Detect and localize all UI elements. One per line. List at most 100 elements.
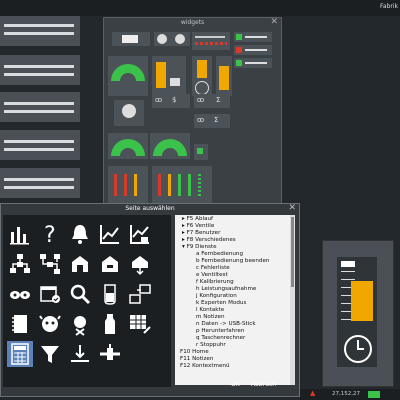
level-tile-1 <box>152 56 186 96</box>
icon-grid: ? <box>3 215 171 387</box>
arrow-down-icon[interactable] <box>127 251 153 277</box>
notebook-icon[interactable] <box>7 311 33 337</box>
cow-face-icon[interactable] <box>37 311 63 337</box>
red-bar-tile <box>234 45 272 55</box>
funnel-icon[interactable] <box>37 341 63 367</box>
page-select-dialog: Seite auswählen ✕ ? ▸ F5 Ablauf ▸ F6 Ven… <box>0 203 300 397</box>
gauge-icon-2 <box>111 139 145 159</box>
cow-delete-icon[interactable] <box>67 311 93 337</box>
tree-item[interactable]: F12 Kontextmenü <box>180 363 230 370</box>
bell-icon[interactable] <box>67 221 93 247</box>
gauge-tile-2 <box>108 133 148 159</box>
status-indicator <box>368 391 380 398</box>
gauge-icon <box>111 64 145 98</box>
widgets-window: widgets ✕ ꝏ $ ꝏ Σ ꝏ Σ <box>103 17 282 209</box>
drop-arrow-icon[interactable] <box>67 341 93 367</box>
widgets-title: widgets <box>180 19 205 26</box>
minus-icon <box>175 34 185 44</box>
scrollbar-thumb[interactable] <box>291 217 294 287</box>
green-bar-tile-2 <box>234 58 272 68</box>
gauge-tile-1 <box>108 56 148 98</box>
help-icon[interactable]: ? <box>37 221 63 247</box>
id-card-tile[interactable] <box>112 32 150 46</box>
left-panel-2[interactable] <box>0 55 80 85</box>
tree-item[interactable]: j Konfiguration <box>196 293 237 300</box>
computer-export-icon[interactable] <box>127 281 153 307</box>
machine-sub-icon[interactable] <box>97 251 123 277</box>
window-title: Fabrik <box>380 3 398 10</box>
close-icon[interactable]: ✕ <box>288 203 296 213</box>
level-fill <box>351 281 373 321</box>
tree-item[interactable]: a Fernbedienung <box>196 251 243 258</box>
tree-item[interactable]: k Experten Modus <box>196 300 246 307</box>
page-tree[interactable]: ▸ F5 Ablauf ▸ F6 Ventile ▸ F7 Benutzer ▸… <box>175 215 295 385</box>
tree-item[interactable]: q Taschenrechner <box>196 335 245 342</box>
trend-icon[interactable] <box>97 221 123 247</box>
scrollbar[interactable] <box>290 215 295 385</box>
warning-icon[interactable]: ▲ <box>310 389 315 397</box>
machine-icon[interactable] <box>67 251 93 277</box>
id-card-icon <box>122 35 138 43</box>
tree-item[interactable]: m Notizen <box>196 314 225 321</box>
tree-item[interactable]: ▸ F5 Ablauf <box>182 216 213 223</box>
cow-sigma-plus-tile[interactable]: ꝏ Σ <box>194 114 230 128</box>
toggle-tile[interactable] <box>154 32 190 46</box>
cows-icon: ꝏ <box>155 96 163 104</box>
tree-item[interactable]: F10 Home <box>180 349 209 356</box>
tree-item[interactable]: c Fehlerliste <box>196 265 230 272</box>
close-icon[interactable]: ✕ <box>270 17 278 27</box>
trend-edit-icon[interactable] <box>127 221 153 247</box>
bars-tile-1 <box>108 166 148 206</box>
top-bar: Fabrik <box>0 0 400 16</box>
cow-sum-tile[interactable]: ꝏ $ <box>152 94 190 108</box>
tree-item[interactable]: ▸ F7 Benutzer <box>182 230 220 237</box>
cow-tile[interactable] <box>114 100 144 126</box>
cow-icon[interactable] <box>7 281 33 307</box>
cow-sigma-tile[interactable]: ꝏ Σ <box>194 94 230 108</box>
info-icon <box>157 34 167 44</box>
tree-item[interactable]: f Kalibrierung <box>196 279 234 286</box>
pipe-connect-icon[interactable] <box>97 341 123 367</box>
tree-item[interactable]: ▸ F8 Verschiedenes <box>182 237 236 244</box>
tree-item[interactable]: ▾ F9 Dienste <box>182 244 217 251</box>
svg-text:?: ? <box>44 223 56 246</box>
level-tile-3 <box>216 56 232 96</box>
sigma-label-2: Σ <box>214 116 219 124</box>
left-panel-1[interactable] <box>0 16 80 46</box>
tree-item[interactable]: ▸ F6 Ventile <box>182 223 214 230</box>
cancel-button[interactable]: Abbruch <box>251 381 276 388</box>
ok-button[interactable]: OK <box>231 381 240 388</box>
currency-label: $ <box>172 96 177 104</box>
cows-icon-3: ꝏ <box>197 116 205 124</box>
network-icon[interactable] <box>7 251 33 277</box>
network-alt-icon[interactable] <box>37 251 63 277</box>
left-panel-3[interactable] <box>0 92 80 122</box>
indicator-tile <box>194 144 208 160</box>
tree-item[interactable]: F11 Notizen <box>180 356 213 363</box>
calculator-icon[interactable] <box>7 341 33 367</box>
tree-item[interactable]: h Leistungsaufnahme <box>196 286 256 293</box>
sigma-label: Σ <box>216 96 221 104</box>
green-bar-tile-1 <box>234 32 272 42</box>
bars-tile-2 <box>152 166 212 206</box>
tree-item[interactable]: n Daten -> USB-Stick <box>196 321 256 328</box>
cows-icon-2: ꝏ <box>197 96 205 104</box>
table-edit-icon[interactable] <box>127 311 153 337</box>
tree-item[interactable]: b Fernbedienung beenden <box>196 258 269 265</box>
beaker-icon[interactable] <box>97 281 123 307</box>
tree-item[interactable]: l Kontakte <box>196 307 224 314</box>
left-panel-5[interactable] <box>0 168 80 198</box>
tree-item[interactable]: p Herunterfahren <box>196 328 244 335</box>
cow-face-icon <box>122 104 136 118</box>
coordinates-readout: 27,152,27 <box>332 391 360 397</box>
gauge-icon-3 <box>153 139 187 159</box>
bar-chart-icon[interactable] <box>7 221 33 247</box>
tree-item[interactable]: r Stoppuhr <box>196 342 226 349</box>
left-panel-4[interactable] <box>0 130 80 160</box>
alarm-leds-tile <box>192 32 230 50</box>
clock-tile[interactable] <box>337 327 377 367</box>
milk-bottle-icon[interactable] <box>97 311 123 337</box>
calendar-check-icon[interactable] <box>37 281 63 307</box>
tree-item[interactable]: e Ventiltest <box>196 272 228 279</box>
search-icon[interactable] <box>67 281 93 307</box>
